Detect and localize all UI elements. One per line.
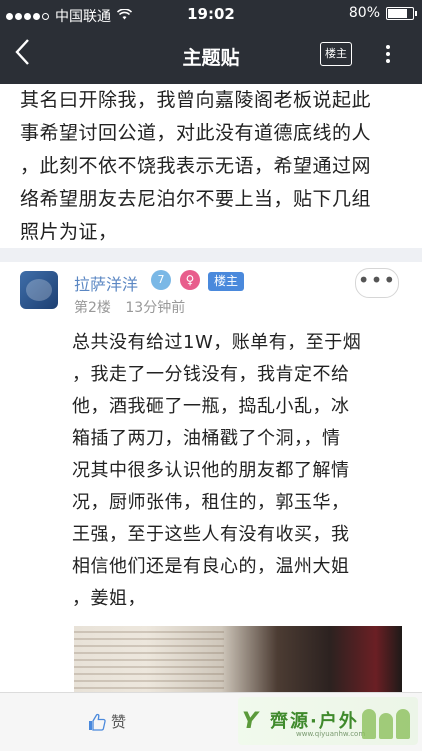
reply-more-button[interactable]: ••• — [355, 268, 399, 298]
reply-line: 他，酒我砸了一瓶，捣乱小乱，冰 — [72, 396, 350, 417]
reply-line: 箱插了两刀，油桶戳了个洞，，情 — [72, 428, 341, 449]
watermark-url: www.qiyuanhw.com — [296, 730, 366, 738]
reply-photo[interactable] — [74, 626, 402, 696]
reply-line: 况，厨师张伟，租住的，郭玉华， — [72, 492, 350, 513]
battery-tip — [415, 10, 417, 16]
post-line: 照片为证， — [20, 221, 118, 243]
post-line: ，此刻不依不饶我表示无语，希望通过网 — [20, 155, 372, 177]
bottom-bar: 赞 Y 齊源·户外 www.qiyuanhw.com — [0, 692, 422, 751]
only-owner-button[interactable]: 楼主 — [320, 42, 352, 66]
watermark-logo-icon: Y — [242, 709, 258, 734]
more-vertical-icon[interactable] — [382, 42, 394, 70]
battery-percent: 80% — [348, 5, 380, 21]
post-body: 其名曰开除我，我曾向嘉陵阁老板说起此 事希望讨回公道，对此没有道德底线的人 ，此… — [20, 84, 410, 249]
section-divider — [0, 248, 422, 262]
page-title: 主题贴 — [182, 47, 240, 69]
reply-line: ，我走了一分钱没有，我肯定不给 — [72, 364, 350, 385]
reply-line: 总共没有给过1W，账单有，至于烟 — [72, 332, 362, 353]
owner-badge: 楼主 — [208, 272, 244, 291]
reply-line: ，姜姐， — [72, 588, 146, 609]
battery-level — [388, 8, 408, 18]
like-button[interactable]: 赞 — [88, 711, 126, 732]
battery-icon — [386, 6, 417, 20]
nav-bar: 主题贴 楼主 — [0, 28, 422, 84]
photo-texture — [74, 626, 224, 696]
reply-line: 况其中很多认识他的朋友都了解情 — [72, 460, 350, 481]
avatar[interactable] — [20, 271, 58, 309]
floor-info: 第2楼 13分钟前 — [74, 297, 195, 317]
post-line: 其名曰开除我，我曾向嘉陵阁老板说起此 — [20, 89, 372, 111]
reply-time: 13分钟前 — [125, 300, 186, 316]
thumbs-up-icon — [89, 713, 106, 731]
reply-body: 总共没有给过1W，账单有，至于烟 ，我走了一分钱没有，我肯定不给 他，酒我砸了一… — [72, 327, 407, 615]
reply-line: 王强，至于这些人有没有收买，我 — [72, 524, 350, 545]
reply-line: 相信他们还是有良心的，温州大姐 — [72, 556, 350, 577]
like-label: 赞 — [111, 713, 127, 731]
female-gender-icon: ♀ — [180, 270, 200, 290]
post-line: 络希望朋友去尼泊尔不要上当，贴下几组 — [20, 188, 372, 210]
status-right: 80% — [348, 5, 417, 21]
level-badge: 7 — [151, 270, 171, 290]
site-watermark: Y 齊源·户外 www.qiyuanhw.com — [238, 697, 418, 745]
reply-username[interactable]: 拉萨洋洋 — [74, 271, 138, 295]
status-bar: 中国联通 19:02 80% — [0, 0, 422, 28]
post-line: 事希望讨回公道，对此没有道德底线的人 — [20, 122, 372, 144]
watermark-figures — [360, 703, 412, 739]
floor-number: 第2楼 — [74, 300, 111, 316]
